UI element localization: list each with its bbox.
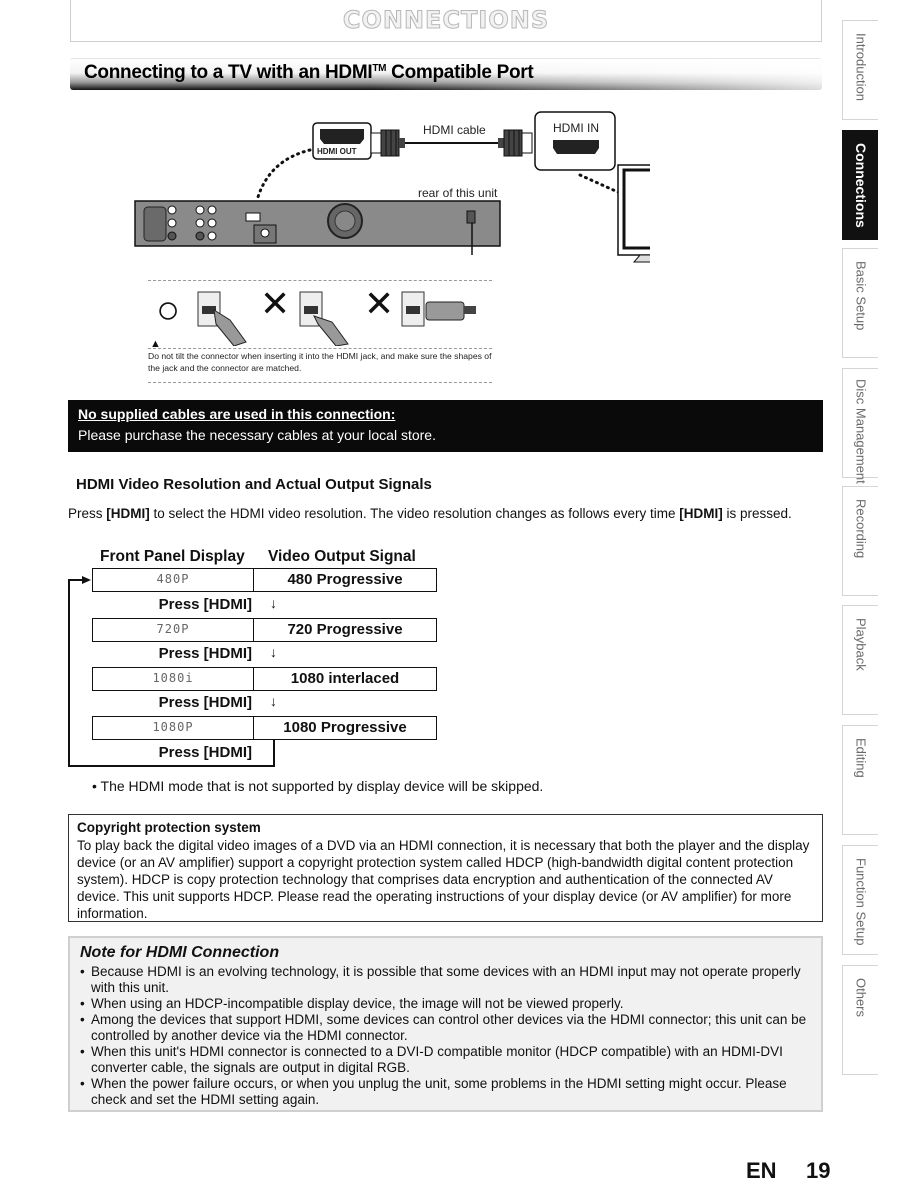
hdmi-key-ref: [HDMI] (679, 506, 723, 521)
note-item: When using an HDCP-incompatible display … (80, 996, 811, 1012)
copyright-protection-box: Copyright protection system To play back… (68, 814, 823, 922)
resolution-intro: Press [HDMI] to select the HDMI video re… (68, 505, 808, 522)
down-arrow-icon: ↓ (270, 693, 277, 709)
copyright-title: Copyright protection system (77, 820, 261, 835)
section-banner: Connecting to a TV with an HDMITM Compat… (70, 58, 822, 90)
notice-body: Please purchase the necessary cables at … (78, 427, 436, 443)
note-list: Because HDMI is an evolving technology, … (80, 964, 811, 1108)
resolution-row: 480P 480 Progressive (92, 568, 437, 592)
side-tab-editing[interactable]: Editing (842, 725, 878, 835)
side-tab-label: Function Setup (853, 858, 869, 946)
intro-text: to select the HDMI video resolution. The… (149, 506, 680, 521)
resolution-row: 1080P 1080 Progressive (92, 716, 437, 740)
connector-caution: ○ ✕ ✕ ▲ Do not tilt the connector when i… (148, 278, 492, 384)
front-panel-display-value: 720P (93, 619, 254, 641)
skip-note: • The HDMI mode that is not supported by… (92, 778, 544, 794)
dvd-recorder-rear (134, 200, 501, 255)
dotted-divider (148, 348, 492, 349)
side-tab-label: Editing (853, 738, 869, 778)
chapter-title: CONNECTIONS (342, 6, 550, 35)
press-hdmi-label: Press [HDMI] (158, 694, 252, 711)
correct-insertion-icon (197, 291, 247, 346)
section-title-rest: Compatible Port (386, 62, 534, 83)
side-tab-basic-setup[interactable]: Basic Setup (842, 248, 878, 358)
loop-line-right (273, 740, 275, 767)
hdmi-note-box: Note for HDMI Connection Because HDMI is… (68, 936, 823, 1112)
press-hdmi-label: Press [HDMI] (158, 596, 252, 613)
video-output-signal-value: 480 Progressive (287, 571, 403, 588)
side-tab-connections[interactable]: Connections (842, 130, 878, 240)
note-item: Because HDMI is an evolving technology, … (80, 964, 811, 996)
down-arrow-icon: ↓ (270, 595, 277, 611)
press-hdmi-label: Press [HDMI] (158, 744, 252, 761)
col-video-output-signal: Video Output Signal (268, 548, 416, 565)
front-panel-display-value: 1080i (93, 668, 254, 690)
side-tab-playback[interactable]: Playback (842, 605, 878, 715)
loop-arrowhead (82, 576, 91, 584)
no-cables-notice: No supplied cables are used in this conn… (68, 400, 823, 452)
hdmi-key-ref: [HDMI] (106, 506, 150, 521)
side-tab-introduction[interactable]: Introduction (842, 20, 878, 120)
trademark-sup: TM (372, 63, 387, 74)
side-tab-recording[interactable]: Recording (842, 486, 878, 596)
down-arrow-icon: ↓ (270, 644, 277, 660)
notice-title: No supplied cables are used in this conn… (78, 406, 396, 422)
page-number: 19 (806, 1158, 831, 1183)
video-output-signal-value: 720 Progressive (287, 621, 403, 638)
note-title: Note for HDMI Connection (80, 944, 280, 961)
wrong-symbol-2: ✕ (364, 283, 395, 324)
press-hdmi-label: Press [HDMI] (158, 645, 252, 662)
front-panel-display-value: 1080P (93, 717, 254, 739)
side-tab-label: Recording (853, 499, 869, 559)
loop-line-bottom (68, 765, 275, 767)
side-tab-label: Introduction (853, 33, 869, 101)
copyright-body: To play back the digital video images of… (77, 838, 810, 921)
hdmi-out-label: HDMI OUT (316, 147, 358, 156)
side-tab-function-setup[interactable]: Function Setup (842, 845, 878, 955)
section-title: Connecting to a TV with an HDMITM Compat… (84, 62, 534, 84)
connection-diagram: HDMI OUT HDMI cable HDMI IN rear of this… (130, 105, 759, 275)
side-tab-disc-management[interactable]: Disc Management (842, 368, 878, 484)
side-tab-label: Disc Management (853, 379, 869, 484)
correct-symbol: ○ (156, 288, 181, 332)
cable-plug-left (370, 129, 405, 157)
language-code: EN (746, 1158, 777, 1183)
dotted-divider (148, 280, 492, 281)
front-panel-display-value: 480P (93, 569, 254, 591)
caution-text: Do not tilt the connector when inserting… (148, 351, 492, 373)
hdmi-cable-label: HDMI cable (423, 123, 486, 137)
loop-line-left (68, 579, 70, 767)
tilted-insertion-icon (299, 291, 349, 346)
video-output-signal-value: 1080 interlaced (290, 670, 400, 687)
intro-text: Press (68, 506, 107, 521)
mismatched-insertion-icon (401, 291, 476, 327)
side-tab-label: Basic Setup (853, 261, 869, 331)
col-front-panel-display: Front Panel Display (100, 548, 245, 565)
resolution-row: 1080i 1080 interlaced (92, 667, 437, 691)
note-item: When this unit's HDMI connector is conne… (80, 1044, 811, 1076)
dotted-leader-left (256, 148, 312, 199)
wrong-symbol-1: ✕ (260, 283, 291, 324)
resolution-row: 720P 720 Progressive (92, 618, 437, 642)
rear-of-unit-label: rear of this unit (418, 186, 498, 200)
chapter-header: CONNECTIONS (70, 0, 822, 42)
resolution-cycle-table: Front Panel Display Video Output Signal … (68, 546, 468, 776)
note-item: When the power failure occurs, or when y… (80, 1076, 811, 1108)
side-tab-others[interactable]: Others (842, 965, 878, 1075)
side-tab-label: Connections (852, 143, 869, 228)
resolution-heading: HDMI Video Resolution and Actual Output … (76, 476, 432, 493)
tv-illustration (617, 164, 759, 263)
intro-text: is pressed. (722, 506, 792, 521)
side-tab-label: Others (853, 978, 869, 1018)
side-tab-label: Playback (853, 618, 869, 671)
section-title-main: Connecting to a TV with an HDMI (84, 62, 373, 83)
dotted-divider (148, 382, 492, 383)
hdmi-in-label: HDMI IN (553, 121, 599, 135)
video-output-signal-value: 1080 Progressive (283, 719, 407, 736)
note-item: Among the devices that support HDMI, som… (80, 1012, 811, 1044)
dotted-leader-right (578, 173, 622, 195)
cable-plug-right (498, 129, 533, 157)
